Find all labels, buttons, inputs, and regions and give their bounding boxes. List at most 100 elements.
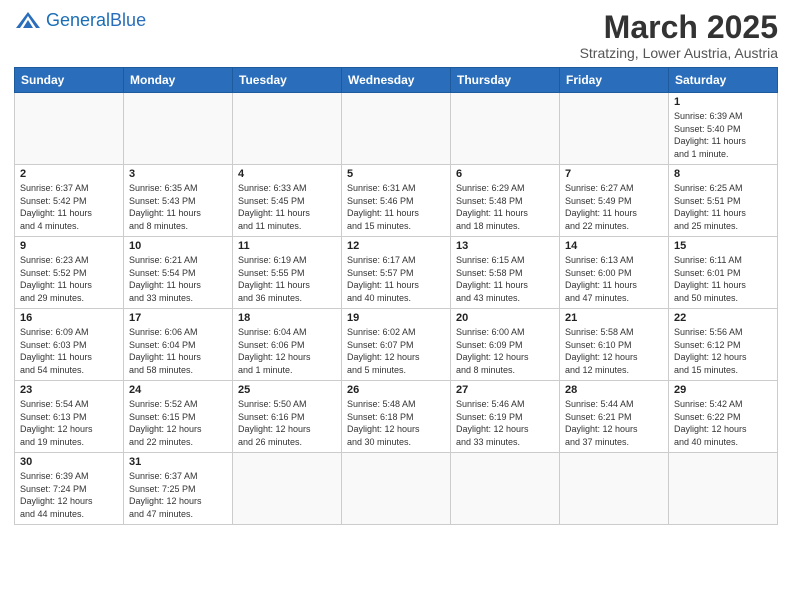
table-row [124, 93, 233, 165]
day-number: 17 [129, 312, 227, 324]
day-number: 20 [456, 312, 554, 324]
day-number: 2 [20, 168, 118, 180]
table-row [342, 453, 451, 524]
table-row [451, 93, 560, 165]
day-number: 31 [129, 456, 227, 468]
title-block: March 2025 Stratzing, Lower Austria, Aus… [580, 10, 778, 61]
table-row [233, 453, 342, 524]
day-info: Sunrise: 5:48 AM Sunset: 6:18 PM Dayligh… [347, 398, 445, 448]
page-subtitle: Stratzing, Lower Austria, Austria [580, 45, 778, 61]
day-info: Sunrise: 6:29 AM Sunset: 5:48 PM Dayligh… [456, 182, 554, 232]
day-info: Sunrise: 6:19 AM Sunset: 5:55 PM Dayligh… [238, 254, 336, 304]
day-number: 29 [674, 384, 772, 396]
table-row: 3Sunrise: 6:35 AM Sunset: 5:43 PM Daylig… [124, 165, 233, 237]
day-info: Sunrise: 5:42 AM Sunset: 6:22 PM Dayligh… [674, 398, 772, 448]
day-info: Sunrise: 6:39 AM Sunset: 7:24 PM Dayligh… [20, 470, 118, 520]
day-info: Sunrise: 6:37 AM Sunset: 5:42 PM Dayligh… [20, 182, 118, 232]
day-info: Sunrise: 6:31 AM Sunset: 5:46 PM Dayligh… [347, 182, 445, 232]
day-info: Sunrise: 6:39 AM Sunset: 5:40 PM Dayligh… [674, 110, 772, 160]
col-saturday: Saturday [669, 68, 778, 93]
col-sunday: Sunday [15, 68, 124, 93]
day-number: 25 [238, 384, 336, 396]
day-number: 22 [674, 312, 772, 324]
table-row [560, 453, 669, 524]
day-number: 19 [347, 312, 445, 324]
table-row: 19 Sunrise: 6:02 AM Sunset: 6:07 PM Dayli… [342, 309, 451, 381]
table-row: 26Sunrise: 5:48 AM Sunset: 6:18 PM Dayli… [342, 381, 451, 453]
table-row: 15 Sunrise: 6:11 AM Sunset: 6:01 PM Dayli… [669, 237, 778, 309]
table-row: 11 Sunrise: 6:19 AM Sunset: 5:55 PM Dayli… [233, 237, 342, 309]
day-info: Sunrise: 6:02 AM Sunset: 6:07 PM Dayligh… [347, 326, 445, 376]
header: GeneralBlue March 2025 Stratzing, Lower … [14, 10, 778, 61]
day-info: Sunrise: 6:21 AM Sunset: 5:54 PM Dayligh… [129, 254, 227, 304]
table-row: 14Sunrise: 6:13 AM Sunset: 6:00 PM Dayli… [560, 237, 669, 309]
day-number: 30 [20, 456, 118, 468]
day-number: 4 [238, 168, 336, 180]
table-row: 8 Sunrise: 6:25 AM Sunset: 5:51 PM Daylig… [669, 165, 778, 237]
day-info: Sunrise: 6:00 AM Sunset: 6:09 PM Dayligh… [456, 326, 554, 376]
day-info: Sunrise: 5:46 AM Sunset: 6:19 PM Dayligh… [456, 398, 554, 448]
day-info: Sunrise: 6:15 AM Sunset: 5:58 PM Dayligh… [456, 254, 554, 304]
table-row [342, 93, 451, 165]
day-number: 16 [20, 312, 118, 324]
table-row: 17 Sunrise: 6:06 AM Sunset: 6:04 PM Dayli… [124, 309, 233, 381]
day-number: 6 [456, 168, 554, 180]
day-number: 15 [674, 240, 772, 252]
table-row: 16 Sunrise: 6:09 AM Sunset: 6:03 PM Dayli… [15, 309, 124, 381]
day-number: 7 [565, 168, 663, 180]
day-number: 8 [674, 168, 772, 180]
page: GeneralBlue March 2025 Stratzing, Lower … [0, 0, 792, 612]
table-row: 9Sunrise: 6:23 AM Sunset: 5:52 PM Daylig… [15, 237, 124, 309]
logo: GeneralBlue [14, 10, 146, 32]
day-info: Sunrise: 6:09 AM Sunset: 6:03 PM Dayligh… [20, 326, 118, 376]
table-row: 31Sunrise: 6:37 AM Sunset: 7:25 PM Dayli… [124, 453, 233, 524]
col-thursday: Thursday [451, 68, 560, 93]
day-number: 21 [565, 312, 663, 324]
table-row [233, 93, 342, 165]
table-row: 30 Sunrise: 6:39 AM Sunset: 7:24 PM Dayli… [15, 453, 124, 524]
table-row: 10 Sunrise: 6:21 AM Sunset: 5:54 PM Dayli… [124, 237, 233, 309]
day-number: 12 [347, 240, 445, 252]
day-info: Sunrise: 6:04 AM Sunset: 6:06 PM Dayligh… [238, 326, 336, 376]
day-number: 14 [565, 240, 663, 252]
table-row: 25 Sunrise: 5:50 AM Sunset: 6:16 PM Dayli… [233, 381, 342, 453]
day-number: 11 [238, 240, 336, 252]
table-row: 29 Sunrise: 5:42 AM Sunset: 6:22 PM Dayli… [669, 381, 778, 453]
day-info: Sunrise: 5:52 AM Sunset: 6:15 PM Dayligh… [129, 398, 227, 448]
table-row: 18Sunrise: 6:04 AM Sunset: 6:06 PM Dayli… [233, 309, 342, 381]
calendar-header-row: Sunday Monday Tuesday Wednesday Thursday… [15, 68, 778, 93]
day-info: Sunrise: 6:33 AM Sunset: 5:45 PM Dayligh… [238, 182, 336, 232]
table-row: 1 Sunrise: 6:39 AM Sunset: 5:40 PM Daylig… [669, 93, 778, 165]
day-info: Sunrise: 6:27 AM Sunset: 5:49 PM Dayligh… [565, 182, 663, 232]
col-friday: Friday [560, 68, 669, 93]
day-number: 10 [129, 240, 227, 252]
table-row: 28 Sunrise: 5:44 AM Sunset: 6:21 PM Dayli… [560, 381, 669, 453]
day-info: Sunrise: 5:54 AM Sunset: 6:13 PM Dayligh… [20, 398, 118, 448]
day-info: Sunrise: 5:44 AM Sunset: 6:21 PM Dayligh… [565, 398, 663, 448]
day-info: Sunrise: 6:25 AM Sunset: 5:51 PM Dayligh… [674, 182, 772, 232]
day-number: 28 [565, 384, 663, 396]
day-number: 1 [674, 96, 772, 108]
day-info: Sunrise: 6:17 AM Sunset: 5:57 PM Dayligh… [347, 254, 445, 304]
table-row [451, 453, 560, 524]
day-number: 27 [456, 384, 554, 396]
table-row: 5 Sunrise: 6:31 AM Sunset: 5:46 PM Daylig… [342, 165, 451, 237]
table-row: 6 Sunrise: 6:29 AM Sunset: 5:48 PM Daylig… [451, 165, 560, 237]
table-row: 2 Sunrise: 6:37 AM Sunset: 5:42 PM Daylig… [15, 165, 124, 237]
day-info: Sunrise: 6:06 AM Sunset: 6:04 PM Dayligh… [129, 326, 227, 376]
day-number: 13 [456, 240, 554, 252]
table-row: 12 Sunrise: 6:17 AM Sunset: 5:57 PM Dayli… [342, 237, 451, 309]
col-wednesday: Wednesday [342, 68, 451, 93]
day-number: 24 [129, 384, 227, 396]
table-row [15, 93, 124, 165]
col-tuesday: Tuesday [233, 68, 342, 93]
calendar-table: Sunday Monday Tuesday Wednesday Thursday… [14, 67, 778, 524]
table-row: 24 Sunrise: 5:52 AM Sunset: 6:15 PM Dayli… [124, 381, 233, 453]
day-info: Sunrise: 5:50 AM Sunset: 6:16 PM Dayligh… [238, 398, 336, 448]
day-info: Sunrise: 5:58 AM Sunset: 6:10 PM Dayligh… [565, 326, 663, 376]
col-monday: Monday [124, 68, 233, 93]
day-number: 9 [20, 240, 118, 252]
table-row: 23Sunrise: 5:54 AM Sunset: 6:13 PM Dayli… [15, 381, 124, 453]
day-info: Sunrise: 6:11 AM Sunset: 6:01 PM Dayligh… [674, 254, 772, 304]
day-number: 5 [347, 168, 445, 180]
